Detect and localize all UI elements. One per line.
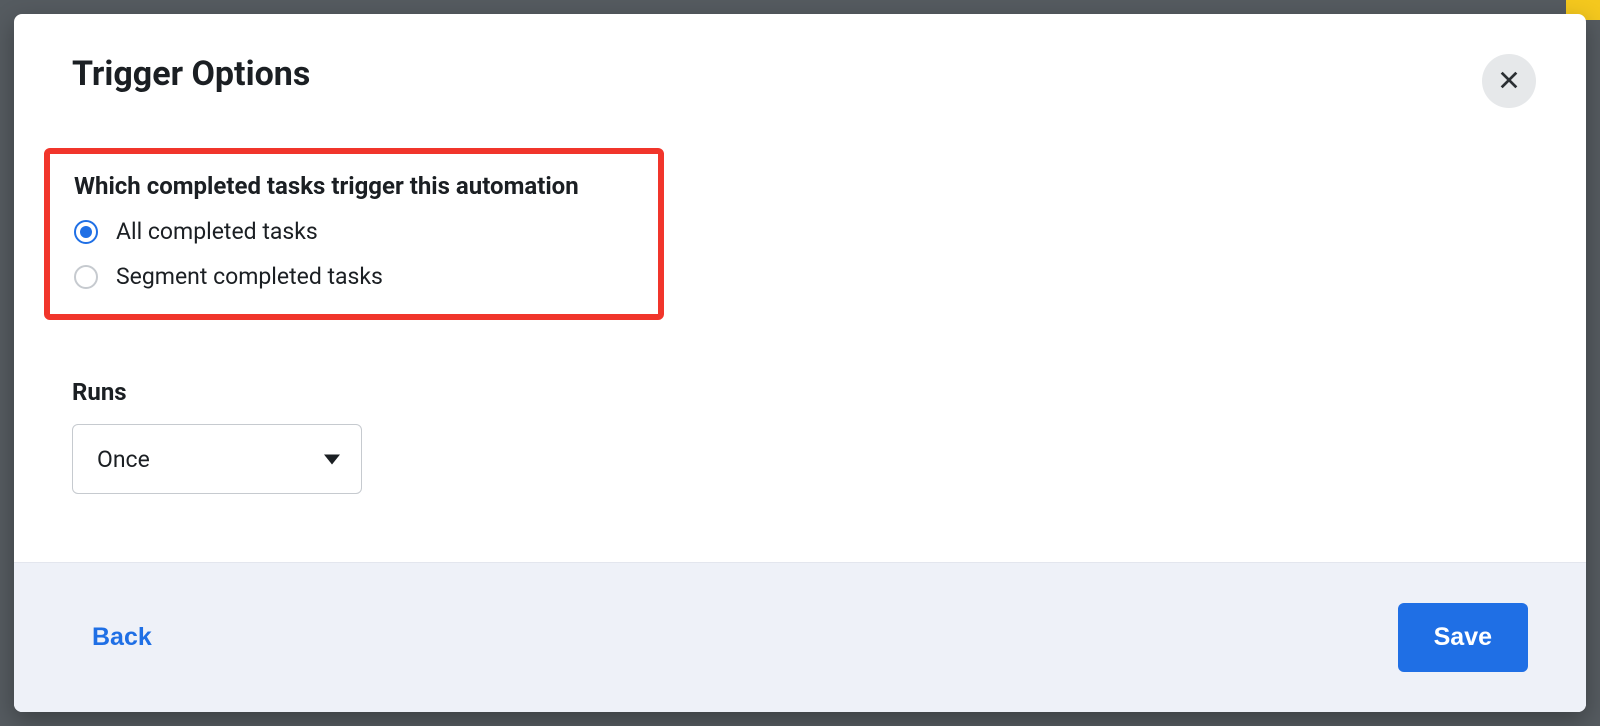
trigger-task-highlight-box: Which completed tasks trigger this autom… <box>44 148 664 320</box>
back-button[interactable]: Back <box>72 613 172 662</box>
radio-all-completed-tasks[interactable]: All completed tasks <box>74 218 634 245</box>
trigger-section-heading: Which completed tasks trigger this autom… <box>74 172 634 200</box>
close-button[interactable] <box>1482 54 1536 108</box>
radio-label: Segment completed tasks <box>116 263 383 290</box>
radio-icon <box>74 220 98 244</box>
save-button[interactable]: Save <box>1398 603 1528 672</box>
modal-body: Which completed tasks trigger this autom… <box>14 138 1586 562</box>
radio-segment-completed-tasks[interactable]: Segment completed tasks <box>74 263 634 290</box>
runs-section: Runs Once <box>72 378 1528 494</box>
radio-icon <box>74 265 98 289</box>
runs-select-value: Once <box>97 446 150 473</box>
runs-select-wrap: Once <box>72 424 362 494</box>
trigger-options-modal: Trigger Options Which completed tasks tr… <box>14 14 1586 712</box>
modal-footer: Back Save <box>14 562 1586 712</box>
runs-label: Runs <box>72 378 1528 406</box>
modal-header: Trigger Options <box>14 14 1586 138</box>
modal-title: Trigger Options <box>72 54 310 94</box>
close-icon <box>1498 69 1520 94</box>
runs-select[interactable]: Once <box>72 424 362 494</box>
radio-label: All completed tasks <box>116 218 318 245</box>
